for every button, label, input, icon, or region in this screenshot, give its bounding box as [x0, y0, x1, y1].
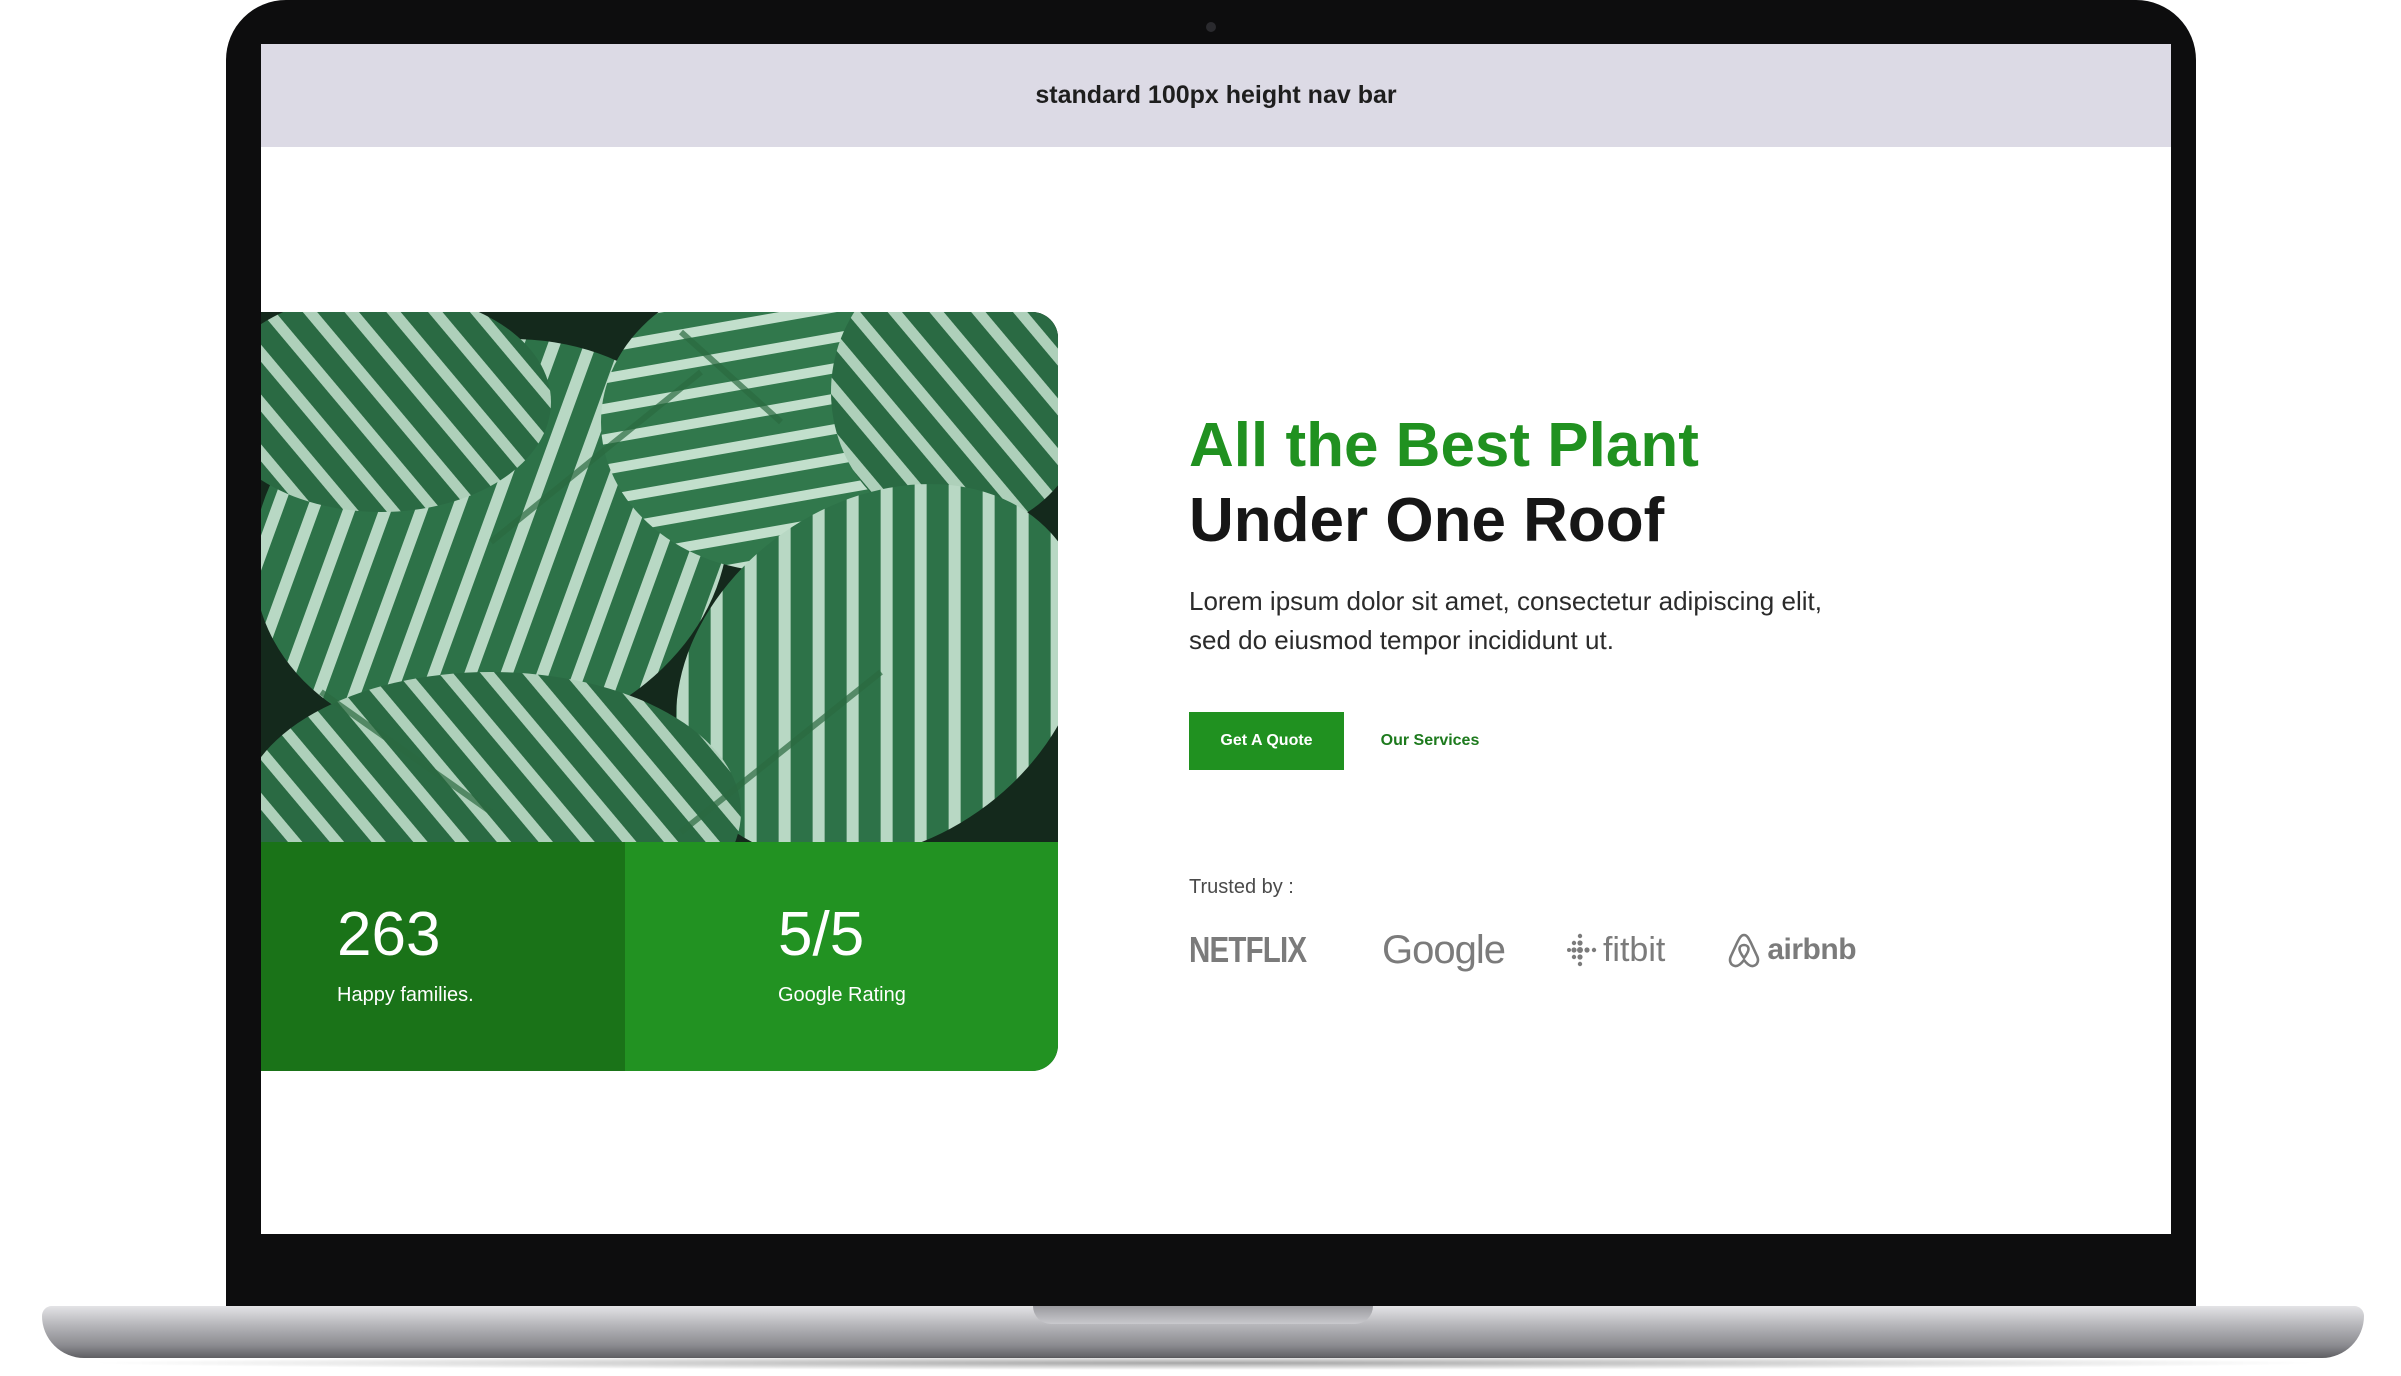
- google-logo-text: Google: [1382, 927, 1506, 972]
- fitbit-logo-text: fitbit: [1602, 930, 1666, 969]
- nav-bar: standard 100px height nav bar: [261, 44, 2171, 147]
- stat-value: 5/5: [778, 900, 865, 969]
- trusted-logos: NETFLIX Google fitbit airbnb: [1189, 922, 1857, 978]
- screen: standard 100px height nav bar 263 Happy …: [261, 44, 2171, 1234]
- description-line: Lorem ipsum dolor sit amet, consectetur …: [1189, 586, 1822, 616]
- stat-happy-families: 263 Happy families.: [261, 842, 625, 1071]
- stat-value: 263: [337, 900, 441, 969]
- trusted-by-label: Trusted by :: [1189, 876, 1294, 898]
- camera-icon: [1206, 22, 1216, 32]
- airbnb-logo-text: airbnb: [1767, 933, 1857, 966]
- hero-description: Lorem ipsum dolor sit amet, consectetur …: [1189, 582, 1889, 660]
- nav-bar-title: standard 100px height nav bar: [1035, 81, 1397, 109]
- fitbit-logo: fitbit: [1566, 930, 1666, 970]
- stat-google-rating: 5/5 Google Rating: [625, 842, 1058, 1071]
- stat-label: Happy families.: [337, 984, 474, 1006]
- get-a-quote-button[interactable]: Get A Quote: [1189, 712, 1344, 770]
- hero-image-card: 263 Happy families. 5/5 Google Rating: [261, 312, 1058, 1071]
- laptop-base: [42, 1306, 2364, 1358]
- google-logo: Google: [1382, 927, 1506, 973]
- hero-headline: All the Best Plant Under One Roof: [1189, 408, 1699, 558]
- description-line: sed do eiusmod tempor incididunt ut.: [1189, 625, 1614, 655]
- laptop-shadow: [80, 1356, 2330, 1370]
- headline-line-dark: Under One Roof: [1189, 486, 1665, 555]
- headline-line-green: All the Best Plant: [1189, 411, 1699, 480]
- leaf-photo: [261, 312, 1058, 842]
- airbnb-logo: airbnb: [1727, 931, 1857, 969]
- laptop-frame: standard 100px height nav bar 263 Happy …: [226, 0, 2196, 1320]
- our-services-button[interactable]: Our Services: [1364, 712, 1496, 770]
- laptop-notch: [1033, 1306, 1373, 1324]
- netflix-logo-text: NETFLIX: [1189, 929, 1307, 970]
- netflix-logo: NETFLIX: [1189, 929, 1307, 971]
- airbnb-belo-icon: [1729, 933, 1760, 968]
- fitbit-dots-icon: [1566, 933, 1597, 967]
- stat-label: Google Rating: [778, 984, 906, 1006]
